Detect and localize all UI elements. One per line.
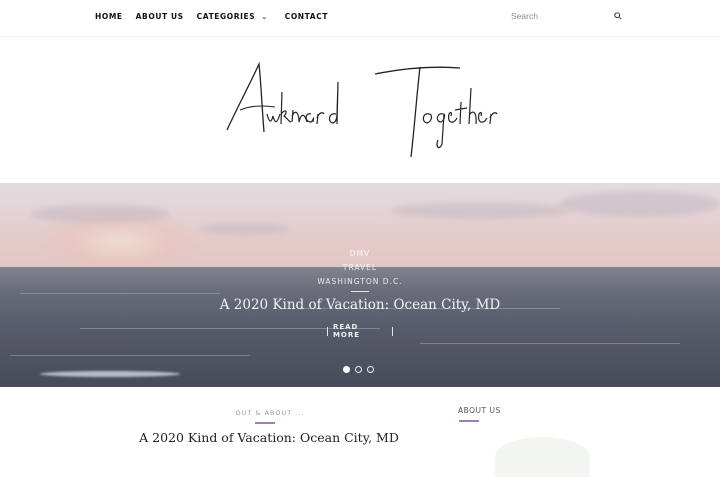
hero-post-title[interactable]: A 2020 Kind of Vacation: Ocean City, MD [0, 297, 720, 313]
top-navigation-bar: HOME ABOUT US CATEGORIES ⌄ CONTACT [0, 0, 720, 37]
hero-category-travel[interactable]: TRAVEL [0, 261, 720, 275]
slider-dot-3[interactable] [367, 366, 374, 373]
main-nav: HOME ABOUT US CATEGORIES ⌄ CONTACT [95, 12, 328, 21]
read-more-button[interactable]: READ MORE [327, 323, 393, 339]
sidebar-about-title: ABOUT US [458, 406, 501, 415]
nav-about-us[interactable]: ABOUT US [136, 12, 184, 21]
read-more-label: READ MORE [332, 323, 361, 339]
nav-categories-label: CATEGORIES [196, 12, 256, 21]
search-icon[interactable] [614, 12, 622, 20]
slider-dots [343, 366, 374, 373]
about-image [495, 437, 590, 477]
hero-category-dmv[interactable]: DMV [0, 247, 720, 261]
hero-slider[interactable]: DMV TRAVEL WASHINGTON D.C. A 2020 Kind o… [0, 183, 720, 387]
post-category-underline [255, 422, 275, 424]
hero-categories: DMV TRAVEL WASHINGTON D.C. [0, 247, 720, 289]
sidebar-about-underline [459, 420, 479, 422]
post-category[interactable]: OUT & ABOUT ... [200, 409, 340, 417]
read-more-bar-right [392, 326, 393, 336]
nav-categories[interactable]: CATEGORIES ⌄ [197, 12, 268, 21]
search-input[interactable] [506, 11, 611, 21]
chevron-down-icon: ⌄ [261, 12, 268, 21]
search-box [506, 8, 624, 24]
nav-home[interactable]: HOME [95, 12, 123, 21]
post-title[interactable]: A 2020 Kind of Vacation: Ocean City, MD [110, 430, 428, 445]
slider-dot-1[interactable] [343, 366, 350, 373]
hero-category-washington-dc[interactable]: WASHINGTON D.C. [0, 275, 720, 289]
logo-wordmark [226, 61, 498, 158]
slider-dot-2[interactable] [355, 366, 362, 373]
site-logo[interactable] [215, 52, 505, 167]
nav-contact[interactable]: CONTACT [285, 12, 328, 21]
read-more-bar-left [327, 326, 328, 336]
hero-divider [351, 291, 369, 292]
